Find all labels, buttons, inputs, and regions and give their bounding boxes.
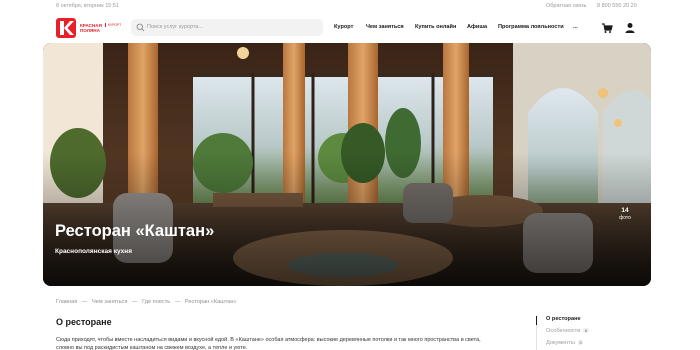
search-input[interactable]: Поиск услуг курорта... bbox=[131, 19, 323, 36]
nav-loyalty[interactable]: Программа лояльности bbox=[498, 24, 564, 30]
section-nav-badge: 6 bbox=[583, 328, 589, 333]
section-nav-label: Документы bbox=[546, 340, 575, 346]
breadcrumb-activities[interactable]: Чем заняться bbox=[92, 299, 127, 305]
photo-gallery-button[interactable]: 14 фото bbox=[611, 201, 639, 229]
site-logo[interactable]: КРАСНАЯ ПОЛЯНА КУРОРТ bbox=[56, 18, 121, 38]
photo-count: 14 bbox=[621, 207, 629, 214]
photo-label: фото bbox=[619, 215, 631, 221]
section-nav-badge: 3 bbox=[577, 340, 584, 345]
nav-more[interactable]: ... bbox=[573, 24, 578, 30]
date-time: 8 октября, вторник 15:51 bbox=[56, 3, 119, 9]
about-text: Сюда приходят, чтобы вместе насладиться … bbox=[56, 337, 481, 350]
about-title: О ресторане bbox=[56, 317, 112, 327]
logo-k-icon bbox=[56, 18, 76, 38]
phone-link[interactable]: 8 800 550 20 20 bbox=[597, 3, 637, 9]
logo-line-2: ПОЛЯНА bbox=[80, 28, 100, 33]
breadcrumb-separator: — bbox=[174, 299, 181, 305]
hero-banner: Ресторан «Каштан» Краснополянская кухня … bbox=[43, 43, 651, 286]
nav-buy-online[interactable]: Купить онлайн bbox=[415, 24, 456, 30]
search-placeholder: Поиск услуг курорта... bbox=[147, 24, 204, 30]
search-icon bbox=[136, 23, 145, 32]
nav-activities[interactable]: Чем заняться bbox=[366, 24, 404, 30]
section-nav-about[interactable]: О ресторане bbox=[546, 316, 581, 322]
hero-title: Ресторан «Каштан» bbox=[55, 222, 215, 240]
breadcrumb-home[interactable]: Главная bbox=[56, 299, 77, 305]
nav-resort[interactable]: Курорт bbox=[334, 24, 353, 30]
section-nav-label: Особенности bbox=[546, 328, 581, 334]
section-nav-indicator bbox=[536, 316, 537, 325]
section-nav-label: О ресторане bbox=[546, 316, 581, 322]
logo-sub: КУРОРТ bbox=[105, 23, 121, 27]
breadcrumb-current: Ресторан «Каштан» bbox=[184, 299, 237, 305]
user-icon[interactable] bbox=[623, 21, 637, 35]
hero-cuisine: Краснополянская кухня bbox=[55, 248, 133, 255]
breadcrumb-where-to-eat[interactable]: Где поесть bbox=[142, 299, 170, 305]
breadcrumb-separator: — bbox=[131, 299, 138, 305]
section-nav-documents[interactable]: Документы 3 bbox=[546, 340, 584, 346]
nav-events[interactable]: Афиша bbox=[467, 24, 487, 30]
breadcrumb: Главная — Чем заняться — Где поесть — Ре… bbox=[56, 299, 240, 305]
cart-icon[interactable] bbox=[600, 21, 614, 35]
restaurant-photo bbox=[43, 43, 651, 286]
breadcrumb-separator: — bbox=[81, 299, 88, 305]
utility-bar: 8 октября, вторник 15:51 Обратная связь … bbox=[0, 0, 700, 12]
section-nav-features[interactable]: Особенности 6 bbox=[546, 328, 589, 334]
feedback-link[interactable]: Обратная связь bbox=[546, 3, 587, 9]
site-header: КРАСНАЯ ПОЛЯНА КУРОРТ Поиск услуг курорт… bbox=[0, 13, 700, 43]
